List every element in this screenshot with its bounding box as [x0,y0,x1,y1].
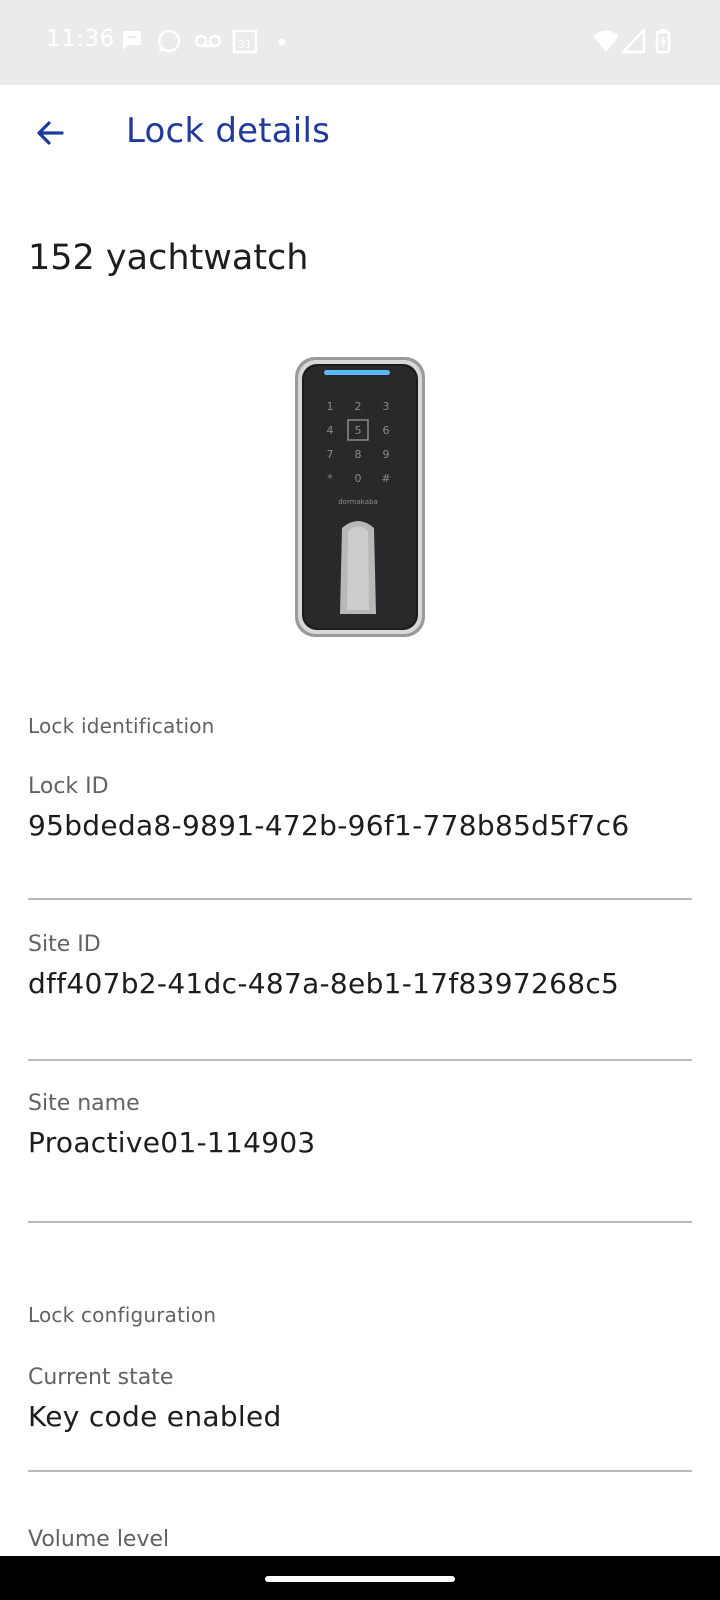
status-bar: 11:36 31 [0,0,720,85]
keypad-key: 2 [355,400,362,413]
divider [28,1470,692,1472]
brand-logo-text: dormakaba [338,498,378,506]
calendar-icon: 31 [232,29,258,54]
page-title: Lock details [126,111,331,151]
field-label: Site ID [28,932,101,957]
dot-icon [278,38,286,46]
divider [28,898,692,900]
field-lock-id[interactable]: Lock ID 95bdeda8-9891-472b-96f1-778b85d5… [28,774,692,842]
keypad-key: 0 [355,472,362,485]
signal-icon [622,28,646,54]
field-site-name[interactable]: Site name Proactive01-114903 [28,1091,692,1159]
divider [28,1221,692,1223]
keypad-key: 7 [327,448,334,461]
lock-device-image: 1 2 3 4 5 6 7 8 9 * 0 # dormakaba [295,357,425,637]
field-value: dff407b2-41dc-487a-8eb1-17f8397268c5 [28,967,620,1000]
field-value: Proactive01-114903 [28,1126,316,1159]
calendar-day: 31 [238,38,252,51]
app-bar: Lock details [0,85,720,181]
field-value: Key code enabled [28,1400,282,1433]
keypad-key: 3 [383,400,390,413]
back-button[interactable] [24,107,76,159]
voicemail-icon [194,34,222,48]
field-current-state[interactable]: Current state Key code enabled [28,1365,692,1433]
section-header-identification: Lock identification [28,714,215,738]
battery-icon [655,29,671,54]
section-header-configuration: Lock configuration [28,1303,217,1327]
field-site-id[interactable]: Site ID dff407b2-41dc-487a-8eb1-17f83972… [28,932,692,1000]
keypad-key: 1 [327,400,334,413]
keypad-key: 8 [355,448,362,461]
divider [28,1059,692,1061]
keypad-key: # [381,472,390,485]
field-label: Site name [28,1091,140,1116]
whatsapp-icon [157,29,181,53]
keypad-key: 5 [355,424,362,437]
field-label: Volume level [28,1527,170,1552]
field-label: Lock ID [28,774,109,799]
field-label: Current state [28,1365,174,1390]
arrow-left-icon [37,121,64,145]
field-value: 95bdeda8-9891-472b-96f1-778b85d5f7c6 [28,809,630,842]
wifi-icon [593,30,619,52]
message-icon [123,31,141,50]
keypad-key: 9 [383,448,390,461]
lock-name: 152 yachtwatch [28,238,309,278]
keypad-key: * [327,472,333,485]
keypad-key: 6 [383,424,390,437]
home-gesture-handle[interactable] [265,1576,455,1582]
navigation-bar [0,1556,720,1600]
status-time: 11:36 [46,26,115,52]
keypad-key: 4 [327,424,334,437]
